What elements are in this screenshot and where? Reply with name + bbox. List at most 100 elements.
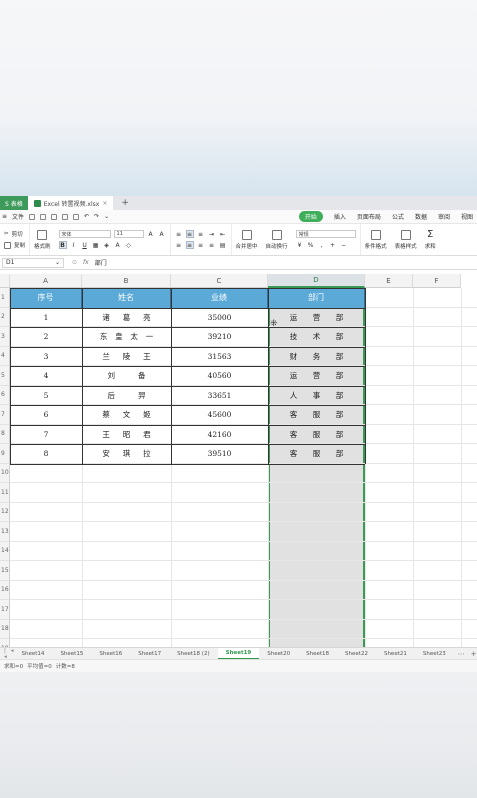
- italic-button[interactable]: I: [70, 241, 78, 249]
- row-header[interactable]: 2: [0, 307, 10, 327]
- table-style-button[interactable]: 表格样式: [391, 224, 421, 255]
- column-header-b[interactable]: B: [82, 274, 171, 288]
- print-preview-icon[interactable]: [62, 213, 69, 220]
- app-home-tab[interactable]: S 表格: [0, 196, 28, 210]
- select-all-corner[interactable]: [0, 274, 10, 288]
- cell-name[interactable]: 刘备: [82, 366, 171, 386]
- cell-performance[interactable]: 39210: [171, 327, 268, 347]
- menu-review[interactable]: 审阅: [438, 212, 450, 221]
- row-header[interactable]: 5: [0, 366, 10, 386]
- cell-department[interactable]: 财务部: [268, 347, 365, 367]
- align-middle-icon[interactable]: ≡: [185, 230, 194, 238]
- cell-department[interactable]: 运营部: [268, 308, 365, 328]
- row-header[interactable]: 12: [0, 502, 10, 522]
- sheet-tab[interactable]: Sheet18 (2): [169, 648, 217, 660]
- table-header-cell[interactable]: 姓名: [82, 288, 171, 308]
- cell-performance[interactable]: 39510: [171, 444, 268, 464]
- sheet-tab[interactable]: Sheet21: [376, 648, 415, 660]
- cell-performance[interactable]: 40560: [171, 366, 268, 386]
- cell-department[interactable]: 客服部: [268, 425, 365, 445]
- cell-name[interactable]: 后羿: [82, 386, 171, 406]
- border-icon[interactable]: ▦: [92, 241, 100, 249]
- sheet-tab[interactable]: Sheet19: [217, 647, 260, 660]
- row-header[interactable]: 11: [0, 483, 10, 503]
- wrap-text-button[interactable]: 自动换行: [262, 224, 292, 255]
- table-header-cell[interactable]: 部门: [268, 288, 365, 308]
- column-header-d[interactable]: D: [268, 274, 365, 288]
- cell-name[interactable]: 兰陵王: [82, 347, 171, 367]
- column-header-e[interactable]: E: [365, 274, 413, 288]
- sheet-tab[interactable]: Sheet23: [415, 648, 454, 660]
- number-format-select[interactable]: 常规: [295, 230, 356, 238]
- new-tab-button[interactable]: +: [113, 198, 137, 208]
- row-header[interactable]: 17: [0, 600, 10, 620]
- sheet-tab[interactable]: Sheet17: [130, 648, 169, 660]
- first-sheet-icon[interactable]: |◂: [4, 648, 7, 660]
- cell-department[interactable]: 客服部: [268, 405, 365, 425]
- menu-page-layout[interactable]: 页面布局: [357, 212, 381, 221]
- redo-icon[interactable]: ↷: [94, 213, 99, 220]
- menu-formulas[interactable]: 公式: [392, 212, 404, 221]
- cell-performance[interactable]: 42160: [171, 425, 268, 445]
- clear-format-icon[interactable]: ◇: [125, 241, 133, 249]
- row-header[interactable]: 18: [0, 619, 10, 639]
- row-header[interactable]: 10: [0, 463, 10, 483]
- menu-icon[interactable]: ≡: [2, 213, 7, 220]
- document-tab[interactable]: Excel 转置视频.xlsx ×: [27, 196, 114, 210]
- indent-icon[interactable]: ⇥: [208, 230, 216, 238]
- row-header[interactable]: 8: [0, 424, 10, 444]
- save-icon[interactable]: [40, 213, 47, 220]
- cell-seq[interactable]: 1: [10, 308, 82, 328]
- cell-department[interactable]: 运营部: [268, 366, 365, 386]
- format-painter-button[interactable]: 格式刷: [30, 224, 55, 255]
- copy-icon[interactable]: [4, 241, 11, 249]
- align-center-icon[interactable]: ≡: [185, 241, 194, 249]
- cut-button[interactable]: 剪切: [12, 230, 23, 238]
- cell-department[interactable]: 人事部: [268, 386, 365, 406]
- align-top-icon[interactable]: ≡: [175, 230, 183, 238]
- column-header-a[interactable]: A: [10, 274, 82, 288]
- row-header[interactable]: 3: [0, 327, 10, 347]
- zoom-icon[interactable]: ⊙: [72, 259, 77, 266]
- sheet-tab[interactable]: Sheet15: [52, 648, 91, 660]
- percent-icon[interactable]: %: [307, 241, 315, 249]
- currency-icon[interactable]: ¥: [296, 241, 304, 249]
- increase-decimal-icon[interactable]: +: [329, 241, 337, 249]
- cell-department[interactable]: 技术部: [268, 327, 365, 347]
- cell-seq[interactable]: 2: [10, 327, 82, 347]
- merge-center-button[interactable]: 合并居中: [232, 224, 262, 255]
- decrease-font-icon[interactable]: A: [158, 230, 166, 238]
- outdent-icon[interactable]: ⇤: [219, 230, 227, 238]
- column-header-c[interactable]: C: [171, 274, 268, 288]
- more-sheets-icon[interactable]: ⋯: [458, 650, 465, 658]
- row-header[interactable]: 4: [0, 346, 10, 366]
- sheet-tab[interactable]: Sheet18: [298, 648, 337, 660]
- distribute-icon[interactable]: ▤: [219, 241, 227, 249]
- fill-color-icon[interactable]: ◈: [103, 241, 111, 249]
- close-tab-icon[interactable]: ×: [102, 200, 107, 207]
- font-color-icon[interactable]: A: [114, 241, 122, 249]
- increase-font-icon[interactable]: A: [147, 230, 155, 238]
- cell-seq[interactable]: 6: [10, 405, 82, 425]
- cell-seq[interactable]: 8: [10, 444, 82, 464]
- copy-button[interactable]: 复制: [14, 241, 25, 249]
- menu-file[interactable]: 文件: [12, 212, 24, 221]
- sum-button[interactable]: Σ 求和: [421, 224, 440, 255]
- font-name-select[interactable]: 宋体: [58, 230, 111, 238]
- cell-name[interactable]: 王昭君: [82, 425, 171, 445]
- print-icon[interactable]: [51, 213, 58, 220]
- fx-icon[interactable]: fx: [83, 259, 89, 266]
- row-header[interactable]: 13: [0, 522, 10, 542]
- column-header-f[interactable]: F: [413, 274, 461, 288]
- cell-seq[interactable]: 5: [10, 386, 82, 406]
- row-header[interactable]: 15: [0, 561, 10, 581]
- conditional-format-button[interactable]: 条件格式: [361, 224, 391, 255]
- cell-seq[interactable]: 7: [10, 425, 82, 445]
- sheet-tab[interactable]: Sheet16: [91, 648, 130, 660]
- menu-insert[interactable]: 插入: [334, 212, 346, 221]
- cell-performance[interactable]: 33651: [171, 386, 268, 406]
- cell-performance[interactable]: 35000: [171, 308, 268, 328]
- row-header[interactable]: 16: [0, 580, 10, 600]
- sheet-tab[interactable]: Sheet14: [14, 648, 53, 660]
- row-header[interactable]: 14: [0, 541, 10, 561]
